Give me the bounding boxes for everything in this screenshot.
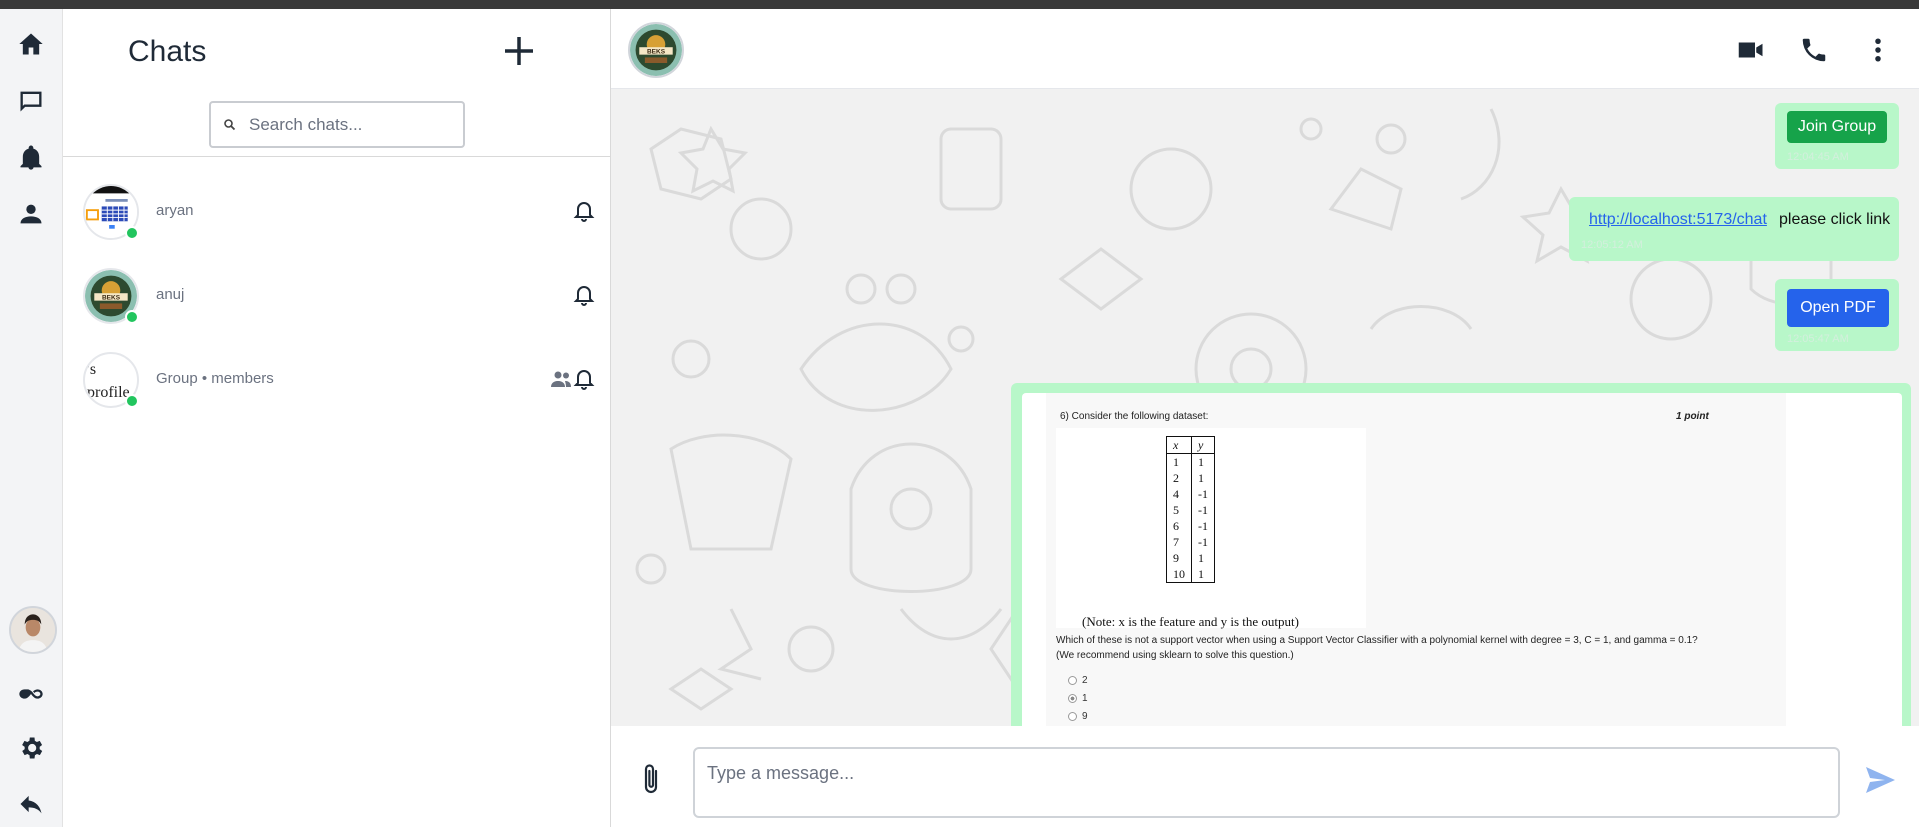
option-label: 1: [1082, 693, 1088, 704]
user-avatar[interactable]: [9, 606, 57, 654]
message-text: please click link: [1779, 211, 1891, 228]
message-bubble: Join Group 12:04:45 AM: [1775, 103, 1899, 169]
browser-top-bar: [0, 0, 1919, 9]
message-list[interactable]: Join Group 12:04:45 AM http://localhost:…: [611, 89, 1919, 726]
chats-panel: Chats aryan: [63, 9, 611, 827]
timestamp: 12:04:45 AM: [1787, 151, 1849, 163]
home-icon[interactable]: [16, 29, 46, 59]
dataset-figure: x y 11 21 4 -1 5 -1 6 -1 7 -1 91 10 1 (Note: …: [1056, 428, 1366, 629]
table-cell: 7: [1166, 534, 1192, 550]
avatar[interactable]: BEKS: [628, 22, 684, 78]
radio-icon: [1068, 676, 1077, 685]
search-input[interactable]: [249, 114, 449, 135]
plus-icon: [505, 37, 533, 65]
table-cell: -1: [1198, 519, 1208, 533]
chat-item-aryan[interactable]: aryan: [63, 172, 611, 256]
table-cell: 1: [1198, 471, 1204, 485]
video-call-icon[interactable]: [1735, 35, 1765, 65]
gear-icon[interactable]: [16, 733, 46, 763]
table-cell: 10: [1166, 566, 1192, 583]
phone-icon[interactable]: [1799, 35, 1829, 65]
reply-icon[interactable]: [16, 789, 46, 819]
message-bubble: http://localhost:5173/chat please click …: [1569, 197, 1899, 261]
table-cell: 4: [1166, 486, 1192, 502]
question-hint: (We recommend using sklearn to solve thi…: [1056, 650, 1294, 661]
paperclip-icon[interactable]: [637, 762, 667, 798]
chat-bubble-icon[interactable]: [16, 86, 46, 116]
dataset-note: (Note: x is the feature and y is the out…: [1082, 614, 1299, 629]
chat-item-group[interactable]: 's profile Group • members: [63, 340, 611, 424]
table-cell: -1: [1198, 487, 1208, 501]
online-indicator: [125, 226, 139, 240]
table-cell: -1: [1198, 535, 1208, 549]
search-icon: [224, 118, 236, 130]
search-box: [209, 101, 465, 148]
infinity-icon[interactable]: [16, 679, 46, 709]
group-icon: [549, 370, 573, 388]
online-indicator: [125, 394, 139, 408]
timestamp: 12:05:47 AM: [1787, 333, 1849, 345]
option: 2: [1068, 675, 1088, 686]
radio-icon: [1068, 712, 1077, 721]
option-label: 9: [1082, 711, 1088, 722]
question-points: 1 point: [1676, 411, 1709, 422]
page-title: Chats: [128, 35, 207, 68]
table-header: x: [1166, 436, 1192, 454]
table-row: 5 -1: [1166, 502, 1215, 518]
table-row: 11: [1166, 453, 1215, 470]
question-number: 6) Consider the following dataset:: [1060, 411, 1209, 422]
chat-name: Group • members: [156, 370, 274, 387]
conversation-area: BEKS Join Group 12:04:45 AM http://local…: [611, 9, 1919, 827]
table-row: 6 -1: [1166, 518, 1215, 534]
dataset-table: x y 11 21 4 -1 5 -1 6 -1 7 -1 91 10 1: [1166, 436, 1215, 583]
bell-icon[interactable]: [573, 198, 595, 222]
message-composer: [611, 726, 1919, 827]
icon-rail: [0, 9, 63, 827]
chat-item-anuj[interactable]: BEKS anuj: [63, 256, 611, 340]
table-header: y: [1191, 436, 1215, 454]
table-cell: 1: [1198, 455, 1204, 469]
table-cell: 6: [1166, 518, 1192, 534]
table-row: 21: [1166, 470, 1215, 486]
table-cell: 5: [1166, 502, 1192, 518]
question-text: Which of these is not a support vector w…: [1056, 633, 1786, 663]
message-link[interactable]: http://localhost:5173/chat: [1589, 211, 1767, 229]
table-cell: 1: [1166, 453, 1192, 470]
table-cell: 9: [1166, 550, 1192, 566]
table-cell: 1: [1198, 551, 1204, 565]
table-cell: -1: [1198, 503, 1208, 517]
profile-icon[interactable]: [16, 199, 46, 229]
new-chat-button[interactable]: [499, 31, 539, 71]
svg-text:BEKS: BEKS: [647, 48, 666, 55]
question-line: Which of these is not a support vector w…: [1056, 635, 1698, 646]
table-row: 91: [1166, 550, 1215, 566]
conversation-header: BEKS: [611, 9, 1919, 89]
table-row: 7 -1: [1166, 534, 1215, 550]
open-pdf-button[interactable]: Open PDF: [1787, 289, 1889, 327]
option: 1: [1068, 693, 1088, 704]
online-indicator: [125, 310, 139, 324]
table-cell: 2: [1166, 470, 1192, 486]
chat-name: anuj: [156, 286, 185, 303]
message-bubble: Open PDF 12:05:47 AM: [1775, 279, 1899, 351]
divider: [63, 156, 611, 157]
chat-name: aryan: [156, 202, 194, 219]
table-row: 10 1: [1166, 566, 1215, 583]
question-screenshot: 6) Consider the following dataset: 1 poi…: [1046, 393, 1786, 726]
option-label: 2: [1082, 675, 1088, 686]
bell-icon[interactable]: [573, 282, 595, 306]
join-group-button[interactable]: Join Group: [1787, 111, 1887, 143]
table-row: 4 -1: [1166, 486, 1215, 502]
timestamp: 12:05:12 AM: [1581, 239, 1643, 251]
message-input[interactable]: [693, 747, 1840, 818]
send-icon[interactable]: [1863, 763, 1897, 797]
svg-text:BEKS: BEKS: [102, 294, 121, 301]
message-image[interactable]: 6) Consider the following dataset: 1 poi…: [1022, 393, 1902, 726]
option: 9: [1068, 711, 1088, 722]
radio-checked-icon: [1068, 694, 1077, 703]
bell-icon[interactable]: [16, 143, 46, 173]
table-cell: 1: [1198, 567, 1204, 581]
more-vertical-icon[interactable]: [1863, 35, 1893, 65]
bell-icon[interactable]: [573, 366, 595, 390]
